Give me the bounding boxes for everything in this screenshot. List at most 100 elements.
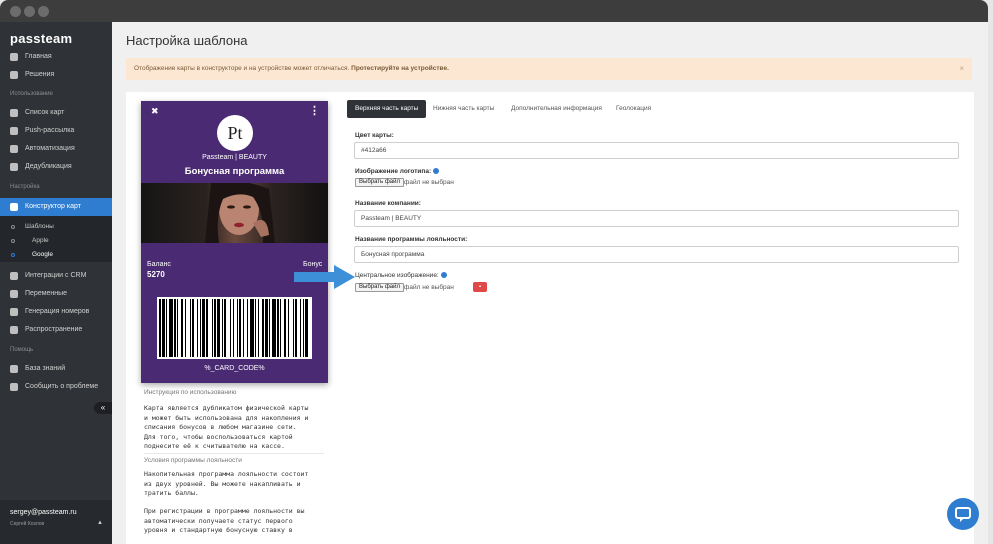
program-name-input[interactable]: Бонусная программа [354, 246, 959, 263]
submenu-bullet [11, 239, 15, 243]
user-name: Сергей Козлов [10, 521, 45, 527]
list-icon [10, 109, 18, 117]
sidebar-item-label: База знаний [25, 365, 66, 372]
submenu-bullet-active [11, 253, 15, 257]
terms-text-1: Накопительная программа лояльности состо… [144, 470, 309, 497]
sidebar-item-automation[interactable]: Автоматизация [0, 140, 112, 158]
user-panel[interactable]: sergey@passteam.ru Сергей Козлов ▲ [0, 500, 112, 544]
sidebar-item-label: Push-рассылка [25, 127, 75, 134]
barcode-bar [166, 299, 167, 357]
info-icon[interactable] [440, 272, 447, 279]
sidebar-item-home[interactable]: Главная [0, 48, 112, 66]
minimize-window-dot[interactable] [24, 6, 35, 17]
chat-icon [955, 507, 971, 522]
variables-icon [10, 290, 18, 298]
barcode-bar [212, 299, 213, 357]
center-image-label-text: Центральное изображение: [355, 272, 439, 279]
tab-geolocation[interactable]: Геолокация [608, 100, 659, 118]
home-icon [10, 53, 18, 61]
title-bar [0, 0, 988, 22]
chevron-up-icon[interactable]: ▲ [97, 520, 103, 526]
close-icon[interactable]: ✖ [151, 106, 159, 117]
barcode-bar [222, 299, 223, 357]
delete-image-button[interactable]: ▪ [473, 282, 487, 292]
barcode-bar [159, 299, 161, 357]
balance-value: 5270 [147, 270, 165, 279]
numbers-icon [10, 308, 18, 316]
sidebar-item-label: Список карт [25, 109, 65, 116]
usage-title: Инструкция по использованию [144, 389, 237, 396]
close-icon[interactable]: × [959, 58, 964, 80]
close-window-dot[interactable] [10, 6, 21, 17]
barcode-bar [217, 299, 220, 357]
sidebar-subitem-templates[interactable]: Шаблоны [25, 223, 54, 230]
terms-text-2: При регистрации в программе лояльности в… [144, 507, 305, 534]
barcode-bar [190, 299, 191, 357]
maximize-window-dot[interactable] [38, 6, 49, 17]
share-icon [10, 326, 18, 334]
sidebar-item-card-builder[interactable]: Конструктор карт [0, 198, 112, 216]
sidebar-item-card-list[interactable]: Список карт [0, 104, 112, 122]
submenu-bullet [11, 225, 15, 229]
tab-card-bottom[interactable]: Нижняя часть карты [425, 100, 502, 118]
barcode-bar [174, 299, 176, 357]
barcode [157, 297, 312, 359]
card-color-input[interactable]: #412a66 [354, 142, 959, 159]
logo-choose-file-button[interactable]: Выбрать файл [355, 178, 404, 187]
page-title: Настройка шаблона [126, 33, 248, 48]
center-image-choose-file-button[interactable]: Выбрать файл [355, 283, 404, 292]
barcode-bar [288, 299, 289, 357]
sidebar-item-numbers[interactable]: Генерация номеров [0, 303, 112, 321]
usage-text: Карта является дубликатом физической кар… [144, 404, 309, 450]
main-content: Настройка шаблона Отображение карты в ко… [112, 22, 988, 544]
tab-card-top[interactable]: Верхняя часть карты [347, 100, 427, 118]
barcode-bar [280, 299, 281, 357]
barcode-bar [277, 299, 279, 357]
sidebar-item-variables[interactable]: Переменные [0, 285, 112, 303]
barcode-bar [258, 299, 259, 357]
sidebar-item-push[interactable]: Push-рассылка [0, 122, 112, 140]
brand-logo[interactable]: passteam [10, 31, 72, 46]
sidebar-item-dedup[interactable]: Дедубликация [0, 158, 112, 176]
sidebar-subitem-google[interactable]: Google [32, 251, 53, 258]
info-icon[interactable] [433, 168, 440, 175]
barcode-bar [197, 299, 198, 357]
pencil-icon [10, 203, 18, 211]
sidebar-item-distribution[interactable]: Распространение [0, 321, 112, 339]
barcode-bar [250, 299, 254, 357]
sidebar-item-label: Сообщить о проблеме [25, 383, 99, 390]
card-color-label: Цвет карты: [355, 132, 394, 139]
trash-icon: ▪ [478, 284, 482, 290]
sidebar-subitem-apple[interactable]: Apple [32, 237, 49, 244]
more-vertical-icon[interactable]: ⋮ [309, 104, 320, 117]
barcode-graphic [159, 299, 308, 357]
logo-file-status: файл не выбран [404, 179, 454, 186]
barcode-bar [295, 299, 297, 357]
card-preview: ✖ ⋮ Pt Passteam | BEAUTY Бонусная програ… [141, 101, 328, 383]
card-logo: Pt [217, 115, 253, 151]
barcode-bar [230, 299, 231, 357]
integration-icon [10, 272, 18, 280]
tab-additional-info[interactable]: Дополнительная информация [503, 100, 610, 118]
sidebar: passteam Главная Решения Использование С… [0, 22, 112, 544]
sidebar-item-solutions[interactable]: Решения [0, 66, 112, 84]
grid-icon [10, 71, 18, 79]
collapse-sidebar-button[interactable]: « [94, 402, 112, 414]
barcode-bar [243, 299, 244, 357]
barcode-bar [169, 299, 173, 357]
sidebar-item-knowledge[interactable]: База знаний [0, 360, 112, 378]
barcode-bar [239, 299, 241, 357]
barcode-bar [192, 299, 194, 357]
sidebar-item-report[interactable]: Сообщить о проблеме [0, 378, 112, 396]
card-program-name: Бонусная программа [184, 166, 285, 177]
sidebar-section-usage: Использование [10, 91, 53, 97]
chat-widget-button[interactable] [947, 498, 979, 530]
barcode-bar [265, 299, 268, 357]
copy-icon [10, 163, 18, 171]
sidebar-item-label: Главная [25, 53, 52, 60]
company-name-input[interactable]: Passteam | BEAUTY [354, 210, 959, 227]
barcode-bar [185, 299, 186, 357]
sidebar-item-crm[interactable]: Интеграции с CRM [0, 267, 112, 285]
sidebar-section-help: Помощь [10, 347, 34, 353]
barcode-bar [269, 299, 270, 357]
